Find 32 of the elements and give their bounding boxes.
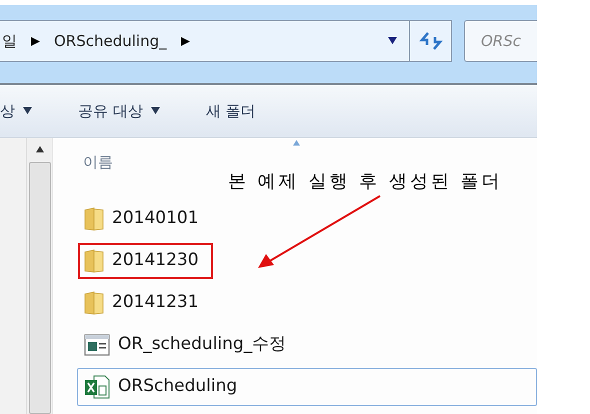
file-name: OR_scheduling_수정 bbox=[118, 332, 286, 356]
scrollbar[interactable] bbox=[27, 138, 52, 414]
toolbar-button[interactable]: 공유 대상 bbox=[78, 100, 160, 122]
breadcrumb-item[interactable]: ORScheduling_ bbox=[54, 30, 167, 52]
caret-icon[interactable] bbox=[23, 106, 32, 116]
name-column-header[interactable]: 이름 bbox=[83, 151, 113, 174]
file-name: 20140101 bbox=[112, 206, 199, 230]
annotation-text: 본 예제 실행 후 생성된 폴더 bbox=[228, 170, 503, 194]
caret-icon[interactable] bbox=[150, 106, 160, 116]
file-item[interactable]: OR_scheduling_수정 bbox=[77, 326, 537, 364]
toolbar-button[interactable]: 새 폴더 bbox=[206, 100, 256, 122]
breadcrumb-item[interactable]: 일 bbox=[2, 30, 17, 52]
chevron-icon[interactable] bbox=[31, 36, 40, 46]
scrollbar-thumb[interactable] bbox=[28, 162, 51, 414]
search-placeholder: ORSc bbox=[481, 30, 521, 52]
scroll-up-arrow-icon[interactable] bbox=[36, 146, 44, 154]
chevron-icon[interactable] bbox=[180, 36, 190, 46]
dropdown-caret-icon[interactable] bbox=[388, 36, 397, 46]
file-item[interactable]: 20140101 bbox=[77, 200, 537, 238]
file-name: 20141230 bbox=[112, 248, 199, 272]
folder-icon bbox=[84, 248, 104, 272]
file-name: 20141231 bbox=[112, 290, 199, 314]
file-item[interactable]: ORScheduling bbox=[77, 368, 537, 406]
spreadsheet-icon bbox=[84, 374, 110, 398]
folder-icon bbox=[84, 290, 104, 314]
file-name: ORScheduling bbox=[118, 374, 238, 398]
file-item[interactable]: 20141230 bbox=[77, 242, 537, 280]
folder-icon bbox=[84, 206, 104, 230]
window-icon bbox=[84, 334, 110, 356]
file-item[interactable]: 20141231 bbox=[77, 284, 537, 322]
toolbar-button[interactable]: 상 bbox=[0, 100, 32, 122]
address-field[interactable]: 일 ORScheduling_ bbox=[0, 20, 452, 62]
